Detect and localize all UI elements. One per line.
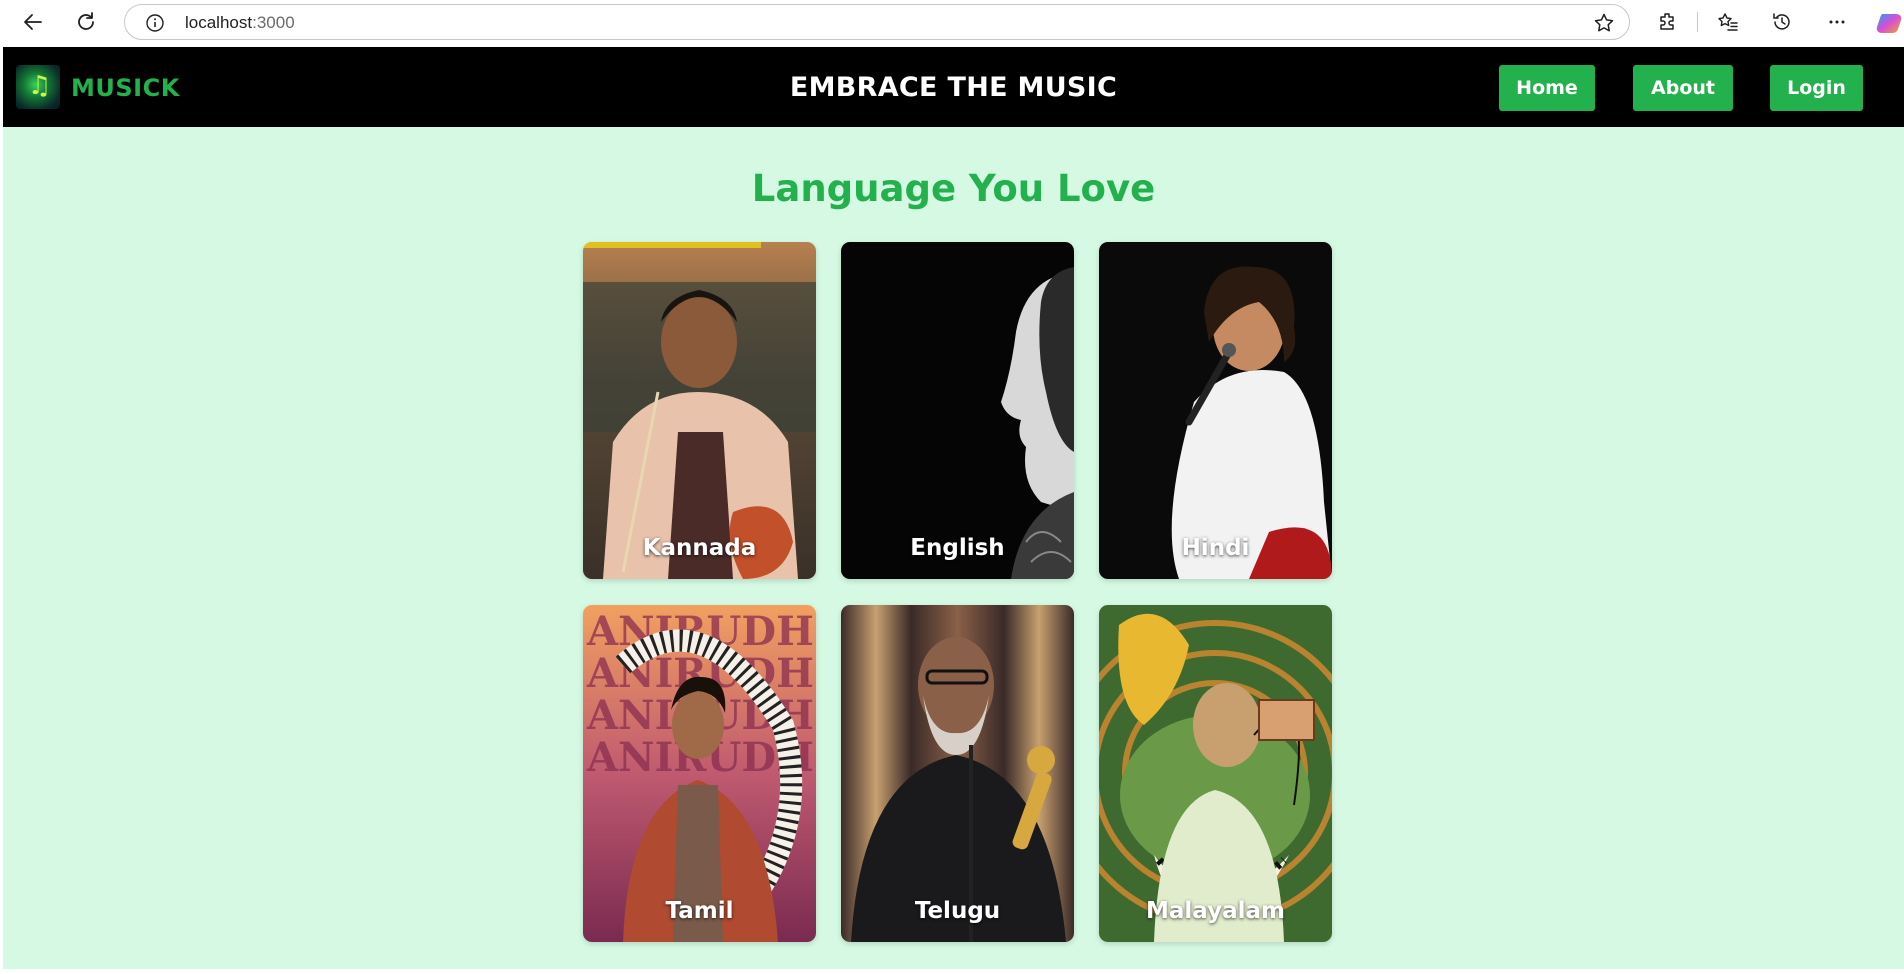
favorites-icon[interactable]: [1712, 6, 1744, 38]
url-host: localhost: [185, 13, 253, 32]
language-card-telugu[interactable]: Telugu: [841, 605, 1074, 942]
telugu-artist-image: [841, 605, 1074, 942]
browser-toolbar: localhost:3000: [0, 0, 1904, 44]
card-label: English: [910, 535, 1005, 561]
url-port: :3000: [252, 13, 295, 32]
language-card-kannada[interactable]: Kannada: [583, 242, 816, 579]
card-label: Kannada: [642, 535, 757, 561]
tamil-artist-image: ANIRUDH ANIRUDH ANIRUDH ANIRUDH: [583, 605, 816, 942]
card-label: Telugu: [914, 898, 1001, 924]
malayalam-artist-image: [1099, 605, 1332, 942]
info-icon[interactable]: [145, 13, 165, 33]
section-title: Language You Love: [751, 167, 1156, 210]
history-icon[interactable]: [1766, 6, 1798, 38]
hindi-artist-image: [1099, 242, 1332, 579]
address-bar[interactable]: localhost:3000: [124, 4, 1630, 40]
card-label: Hindi: [1181, 535, 1250, 561]
english-artist-image: [841, 242, 1074, 579]
site-tagline: EMBRACE THE MUSIC: [789, 72, 1118, 103]
site-header: ♫ MUSICK EMBRACE THE MUSIC Home About Lo…: [3, 47, 1904, 127]
language-card-malayalam[interactable]: Malayalam: [1099, 605, 1332, 942]
nav-about-button[interactable]: About: [1633, 65, 1733, 111]
extensions-icon[interactable]: [1652, 6, 1684, 38]
reload-icon[interactable]: [70, 6, 102, 38]
language-card-english[interactable]: English: [841, 242, 1074, 579]
card-label: Tamil: [665, 898, 734, 924]
card-label: Malayalam: [1146, 898, 1285, 924]
kannada-artist-image: [583, 242, 816, 579]
back-icon[interactable]: [17, 6, 49, 38]
language-card-hindi[interactable]: Hindi: [1099, 242, 1332, 579]
nav-login-button[interactable]: Login: [1770, 65, 1863, 111]
copilot-icon[interactable]: [1876, 6, 1904, 38]
nav-home-button[interactable]: Home: [1499, 65, 1595, 111]
app-root: ♫ MUSICK EMBRACE THE MUSIC Home About Lo…: [3, 47, 1904, 969]
language-card-tamil[interactable]: ANIRUDH ANIRUDH ANIRUDH ANIRUDH Tamil: [583, 605, 816, 942]
star-icon[interactable]: [1593, 12, 1615, 34]
toolbar-divider: [1697, 12, 1698, 32]
url-text: localhost:3000: [185, 13, 295, 33]
more-icon[interactable]: [1821, 6, 1853, 38]
